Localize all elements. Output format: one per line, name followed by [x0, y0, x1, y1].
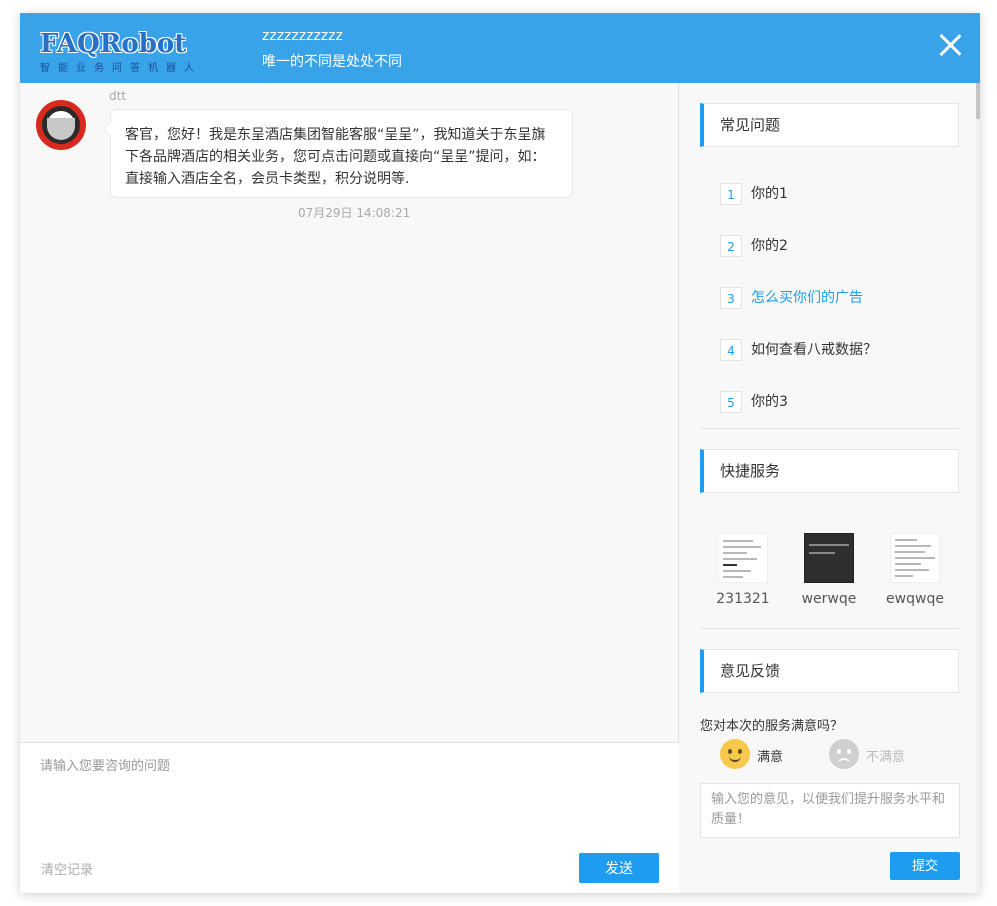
logo-text: FAQRobot — [40, 29, 187, 59]
quick-service-title: 快捷服务 — [700, 449, 959, 493]
faqrobot-logo: FAQRobot 智能业务问答机器人 — [40, 25, 240, 74]
logo-subtitle: 智能业务问答机器人 — [40, 63, 202, 74]
scrollbar-thumb[interactable] — [976, 83, 980, 119]
faq-item-number: 1 — [720, 183, 742, 205]
send-button[interactable]: 发送 — [579, 853, 659, 883]
faq-item[interactable]: 4 如何查看八戒数据？ — [720, 339, 877, 361]
quick-service-thumbnail — [718, 533, 768, 583]
chat-window: FAQRobot 智能业务问答机器人 zzzzzzzzzzz 唯一的不同是处处不… — [20, 13, 980, 893]
bot-avatar — [36, 100, 86, 150]
quick-service-thumbnail — [804, 533, 854, 583]
faq-item-number: 5 — [720, 391, 742, 413]
quick-service-item[interactable]: 231321 — [708, 533, 778, 607]
message-sender: dtt — [109, 89, 127, 103]
satisfied-label: 满意 — [757, 750, 784, 765]
close-icon[interactable] — [938, 33, 962, 57]
message-list[interactable]: dtt 客官，您好！我是东呈酒店集团智能客服“呈呈”，我知道关于东呈旗下各品牌酒… — [20, 83, 679, 743]
happy-face-icon — [720, 739, 750, 769]
faq-item[interactable]: 1 你的1 — [720, 183, 788, 205]
satisfaction-question: 您对本次的服务满意吗？ — [700, 719, 844, 734]
quick-service-label: werwqe — [801, 591, 857, 607]
faq-item-label: 你的2 — [751, 238, 788, 254]
faq-item-label: 你的1 — [751, 186, 788, 202]
faq-item[interactable]: 3 怎么买你们的广告 — [720, 287, 863, 309]
faq-item-label: 你的3 — [751, 394, 788, 410]
section-divider — [700, 628, 959, 629]
chat-pane: dtt 客官，您好！我是东呈酒店集团智能客服“呈呈”，我知道关于东呈旗下各品牌酒… — [20, 83, 679, 893]
quick-service-thumbnail — [890, 533, 940, 583]
message-bubble: 客官，您好！我是东呈酒店集团智能客服“呈呈”，我知道关于东呈旗下各品牌酒店的相关… — [103, 109, 573, 198]
faq-item[interactable]: 2 你的2 — [720, 235, 788, 257]
feedback-input[interactable] — [700, 783, 960, 838]
faq-section-title: 常见问题 — [700, 103, 959, 147]
message-timestamp: 07月29日 14:08:21 — [298, 206, 411, 220]
faq-item-number: 4 — [720, 339, 742, 361]
message-input[interactable] — [20, 743, 678, 843]
quick-service-item[interactable]: ewqwqe — [880, 533, 950, 607]
header-bar: FAQRobot 智能业务问答机器人 zzzzzzzzzzz 唯一的不同是处处不… — [20, 13, 980, 83]
header-title: zzzzzzzzzzz — [262, 28, 343, 44]
quick-service-label: ewqwqe — [886, 591, 944, 607]
sidebar: 常见问题 1 你的1 2 你的2 3 怎么买你们的广告 4 如何查看八戒数据？ 5 你的3… — [680, 83, 980, 893]
faq-item-label: 如何查看八戒数据？ — [751, 342, 877, 358]
sidebar-scrollbar[interactable] — [976, 83, 980, 893]
faq-item-label: 怎么买你们的广告 — [751, 290, 863, 306]
message-input-area: 清空记录 发送 — [20, 742, 679, 893]
faq-item-number: 3 — [720, 287, 742, 309]
quick-service-item[interactable]: werwqe — [794, 533, 864, 607]
sad-face-icon — [829, 739, 859, 769]
clear-history-link[interactable]: 清空记录 — [41, 859, 93, 878]
faq-item[interactable]: 5 你的3 — [720, 391, 788, 413]
submit-feedback-button[interactable]: 提交 — [890, 852, 960, 880]
header-subtitle: 唯一的不同是处处不同 — [262, 54, 402, 70]
unsatisfied-label: 不满意 — [866, 750, 906, 765]
faq-item-number: 2 — [720, 235, 742, 257]
quick-service-label: 231321 — [716, 591, 770, 607]
feedback-section-title: 意见反馈 — [700, 649, 959, 693]
section-divider — [700, 428, 959, 429]
